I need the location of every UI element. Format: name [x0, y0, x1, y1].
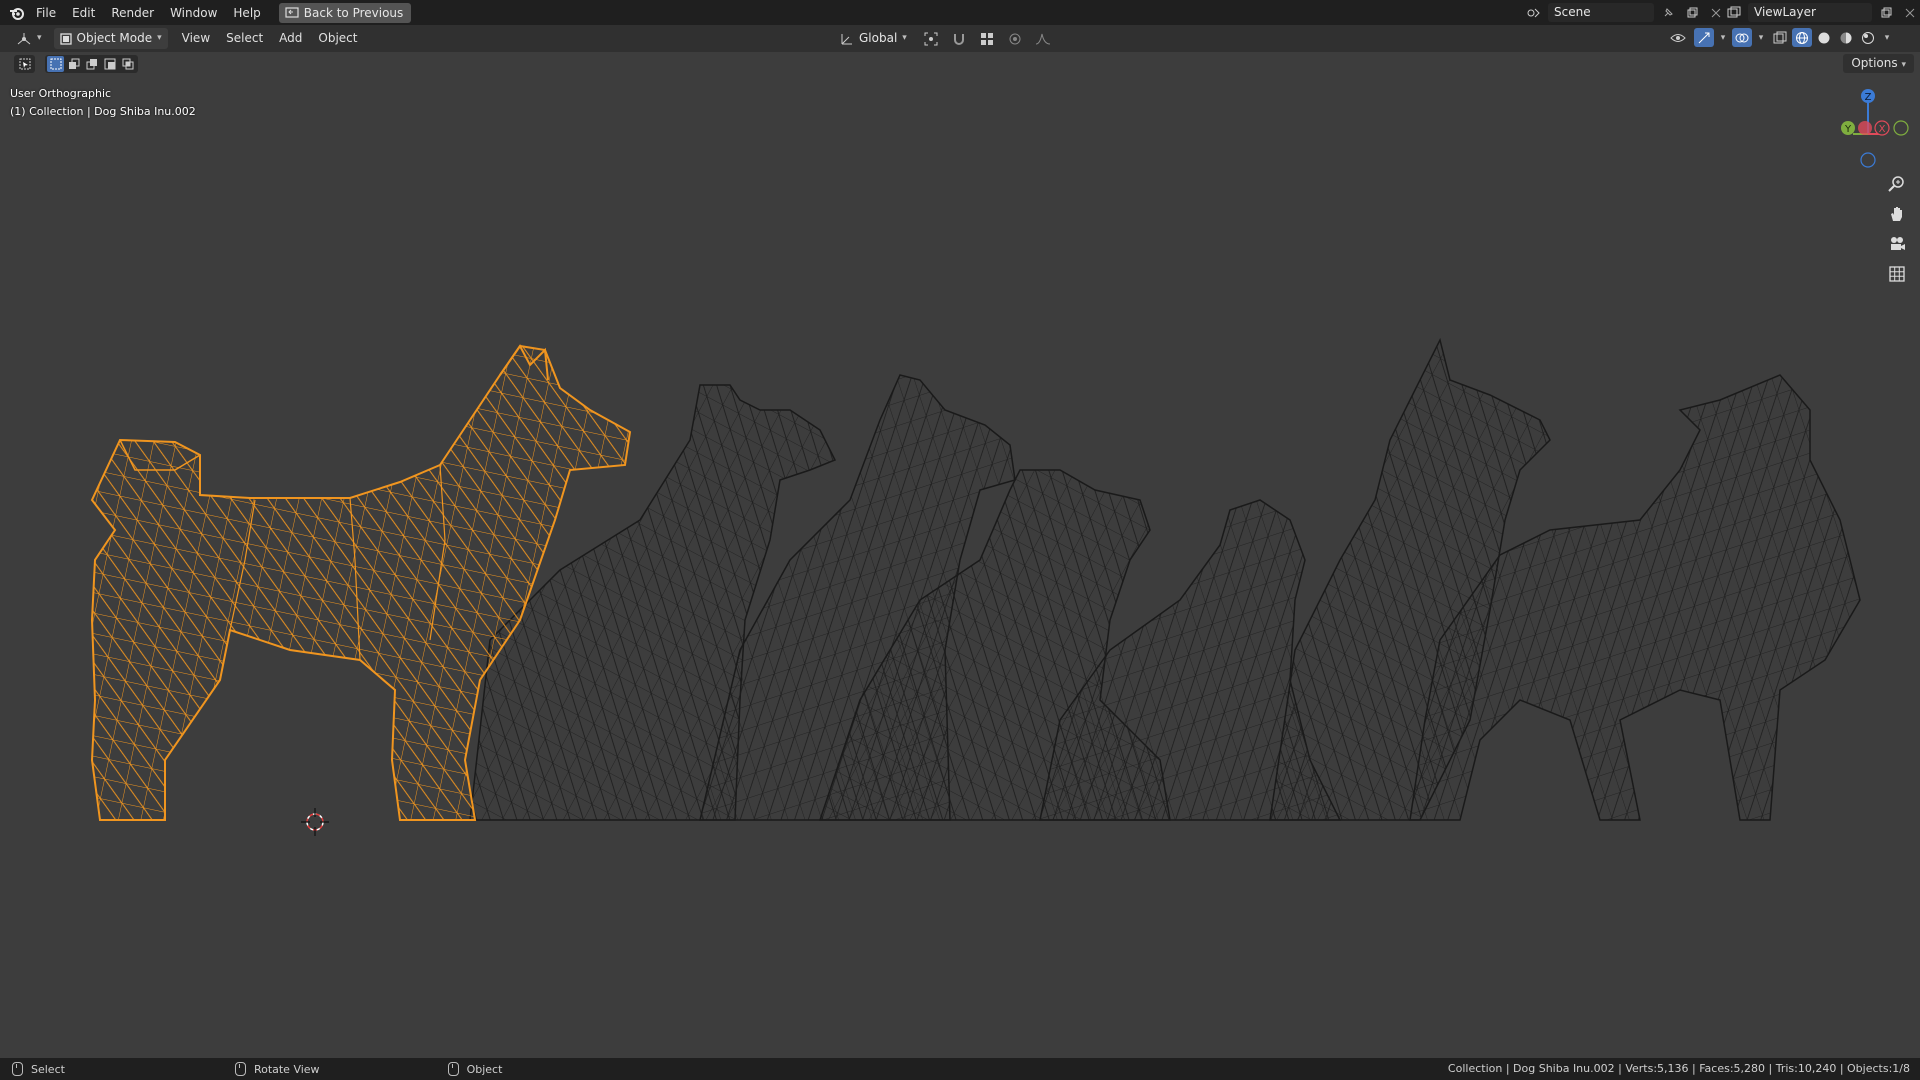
scene-name: Scene [1554, 5, 1591, 19]
delete-view-layer-icon[interactable] [1900, 3, 1920, 22]
orientation-icon [841, 33, 852, 44]
blender-logo-icon[interactable] [6, 2, 28, 24]
pan-hand-icon[interactable] [1884, 201, 1910, 227]
menu-help[interactable]: Help [225, 2, 268, 24]
select-box-tool-icon [16, 56, 33, 72]
chevron-down-icon: ▾ [157, 33, 162, 43]
header-menu-object[interactable]: Object [310, 28, 365, 49]
object-mode-label: Object Mode [76, 31, 153, 45]
active-tool-button[interactable] [14, 55, 35, 73]
viewport-header: ▾ Object Mode ▾ View Select Add Object G… [0, 25, 1920, 52]
selection-mode-group [45, 55, 138, 73]
shading-solid-icon[interactable] [1814, 28, 1834, 47]
camera-view-icon[interactable] [1884, 231, 1910, 257]
show-overlays-icon[interactable] [1732, 28, 1752, 47]
shading-material-icon[interactable] [1836, 28, 1856, 47]
proportional-editing-icon[interactable] [1005, 29, 1025, 48]
zoom-icon[interactable] [1884, 171, 1910, 197]
3d-cursor-icon[interactable] [301, 808, 329, 836]
shading-rendered-icon[interactable] [1858, 28, 1878, 47]
toggle-xray-icon[interactable] [1770, 28, 1790, 47]
chevron-down-icon: ▾ [1901, 60, 1906, 70]
header-menu-select[interactable]: Select [218, 28, 271, 49]
menu-window[interactable]: Window [162, 2, 225, 24]
header-menu-view[interactable]: View [174, 28, 218, 49]
navigation-tools [1884, 171, 1910, 291]
pin-scene-icon[interactable] [1658, 3, 1678, 22]
status-object-label: Object [466, 1062, 503, 1076]
back-to-previous-button[interactable]: Back to Previous [278, 2, 412, 23]
options-label: Options [1851, 56, 1898, 70]
scene-selector-icon[interactable] [1524, 3, 1544, 22]
select-extend-icon[interactable] [65, 56, 82, 72]
mouse-left-icon [12, 1062, 23, 1076]
view-layer-field[interactable]: ViewLayer [1748, 3, 1872, 22]
axis-y-label: Y [1844, 124, 1852, 135]
status-rotate-label: Rotate View [253, 1062, 320, 1076]
status-select-hint: Select [12, 1062, 65, 1076]
viewport-canvas[interactable] [0, 75, 1920, 1058]
new-view-layer-icon[interactable] [1876, 3, 1896, 22]
transform-orientation-dropdown[interactable]: Global ▾ [834, 28, 913, 49]
status-object-hint: Object [447, 1062, 503, 1076]
view-layer-icon[interactable] [1724, 3, 1744, 22]
object-mode-dropdown[interactable]: Object Mode ▾ [53, 28, 168, 49]
navigation-gizmo[interactable]: Z Y X [1820, 84, 1920, 174]
axis-neg-y-icon[interactable] [1893, 120, 1909, 136]
new-scene-icon[interactable] [1682, 3, 1702, 22]
visibility-selectability-icon[interactable] [1664, 28, 1692, 47]
select-subtract-icon[interactable] [83, 56, 100, 72]
gizmo-options-chevron-icon[interactable]: ▾ [1716, 28, 1730, 47]
snap-increment-icon[interactable] [973, 29, 1001, 48]
top-bar: File Edit Render Window Help Back to Pre… [0, 0, 1920, 25]
select-new-icon[interactable] [47, 56, 64, 72]
axis-neg-z-icon[interactable] [1860, 152, 1876, 168]
menu-edit[interactable]: Edit [64, 2, 103, 24]
chevron-down-icon: ▾ [37, 33, 42, 43]
scene-name-field[interactable]: Scene [1548, 3, 1654, 22]
select-intersect-icon[interactable] [119, 56, 136, 72]
show-gizmo-icon[interactable] [1694, 28, 1714, 47]
object-mode-icon [59, 32, 72, 45]
proportional-falloff-icon[interactable] [1029, 29, 1057, 48]
options-dropdown[interactable]: Options ▾ [1843, 54, 1914, 73]
axis-z-label: Z [1865, 92, 1872, 103]
back-to-previous-label: Back to Previous [303, 5, 404, 20]
mouse-right-icon [447, 1062, 459, 1076]
shading-options-chevron-icon[interactable]: ▾ [1880, 28, 1894, 47]
axis-neg-x-icon[interactable] [1858, 121, 1872, 135]
status-rotate-hint: Rotate View [234, 1062, 320, 1076]
menu-render[interactable]: Render [103, 2, 162, 24]
menu-file[interactable]: File [28, 2, 64, 24]
scene-statistics: Collection | Dog Shiba Inu.002 | Verts:5… [1447, 1062, 1910, 1075]
mouse-middle-icon [234, 1062, 246, 1076]
snap-toggle-icon[interactable] [949, 29, 969, 48]
tool-settings-row [0, 53, 1920, 75]
chevron-down-icon: ▾ [902, 33, 907, 43]
transform-orientation-label: Global [859, 31, 898, 45]
status-bar: Select Rotate View Object Collection | D… [0, 1058, 1920, 1080]
editor-type-dropdown[interactable]: ▾ [10, 28, 48, 49]
delete-scene-icon[interactable] [1706, 3, 1726, 22]
toggle-perspective-grid-icon[interactable] [1884, 261, 1910, 287]
overlay-options-chevron-icon[interactable]: ▾ [1754, 28, 1768, 47]
status-select-label: Select [31, 1062, 65, 1076]
screen-back-icon [285, 6, 299, 18]
header-menu-add[interactable]: Add [271, 28, 310, 49]
pivot-point-icon[interactable] [917, 29, 945, 48]
view-layer-name: ViewLayer [1754, 5, 1816, 19]
shading-wireframe-icon[interactable] [1792, 28, 1812, 47]
select-invert-icon[interactable] [101, 56, 118, 72]
3d-viewport-icon [17, 32, 31, 44]
axis-x-label: X [1879, 124, 1886, 135]
